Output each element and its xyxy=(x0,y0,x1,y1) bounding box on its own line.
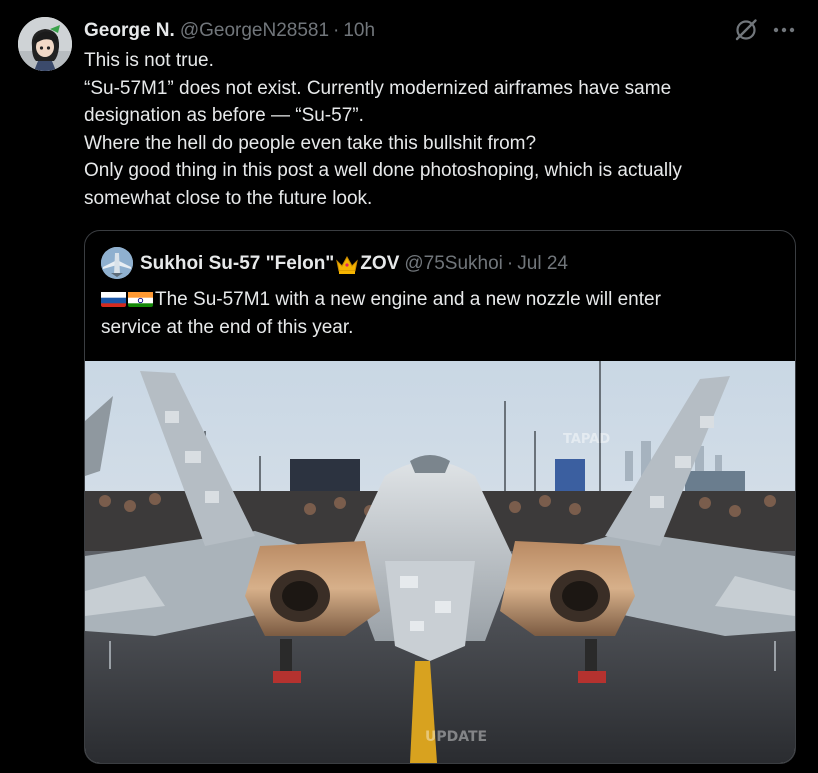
header-separator: · xyxy=(333,20,340,41)
image-watermark-top: TAPAD xyxy=(563,432,610,447)
image-watermark-bottom: UPDATE xyxy=(425,729,487,745)
tweet-text-line: designation as before — “Su-57”. xyxy=(84,105,364,126)
quoted-author-name[interactable]: Sukhoi Su-57 "Felon" ZOV xyxy=(140,253,399,275)
quoted-tweet-date[interactable]: Jul 24 xyxy=(517,253,568,275)
russia-flag-icon xyxy=(101,290,126,307)
quoted-tweet-header: Sukhoi Su-57 "Felon" ZOV @75Sukhoi · Jul… xyxy=(140,251,568,277)
quoted-tweet-text-line: The Su-57M1 with a new engine and a new … xyxy=(155,289,661,310)
quoted-tweet-text: The Su-57M1 with a new engine and a new … xyxy=(101,286,781,342)
more-options-icon[interactable] xyxy=(770,17,798,43)
tweet-text-line: “Su-57M1” does not exist. Currently mode… xyxy=(84,77,672,99)
author-avatar[interactable] xyxy=(18,17,72,71)
tweet-header: George N. @GeorgeN28581 · 10h xyxy=(84,18,375,44)
grok-icon[interactable] xyxy=(733,17,759,43)
india-flag-icon xyxy=(128,290,153,307)
tweet-text-line: Only good thing in this post a well done… xyxy=(84,160,682,181)
quoted-tweet[interactable]: Sukhoi Su-57 "Felon" ZOV @75Sukhoi · Jul… xyxy=(84,230,796,764)
tweet[interactable]: George N. @GeorgeN28581 · 10h This is no… xyxy=(0,0,818,773)
tweet-text-line: somewhat close to the future look. xyxy=(84,187,373,209)
quoted-tweet-image[interactable]: TAPAD UPDATE xyxy=(85,361,795,763)
quoted-author-handle[interactable]: @75Sukhoi xyxy=(404,253,503,275)
quoted-author-name-prefix: Sukhoi Su-57 "Felon" xyxy=(140,253,335,274)
tweet-text-line: This is not true. xyxy=(84,50,214,71)
quoted-tweet-text-line: service at the end of this year. xyxy=(101,317,354,338)
crown-icon xyxy=(335,253,359,275)
author-name[interactable]: George N. xyxy=(84,20,175,42)
tweet-text-line: Where the hell do people even take this … xyxy=(84,132,537,154)
author-handle[interactable]: @GeorgeN28581 xyxy=(180,20,329,42)
tweet-timestamp[interactable]: 10h xyxy=(343,20,375,42)
tweet-text: This is not true. “Su-57M1” does not exi… xyxy=(84,47,784,212)
quoted-header-separator: · xyxy=(506,253,514,274)
quoted-author-name-suffix: ZOV xyxy=(360,253,400,274)
quoted-author-avatar[interactable] xyxy=(101,247,133,279)
